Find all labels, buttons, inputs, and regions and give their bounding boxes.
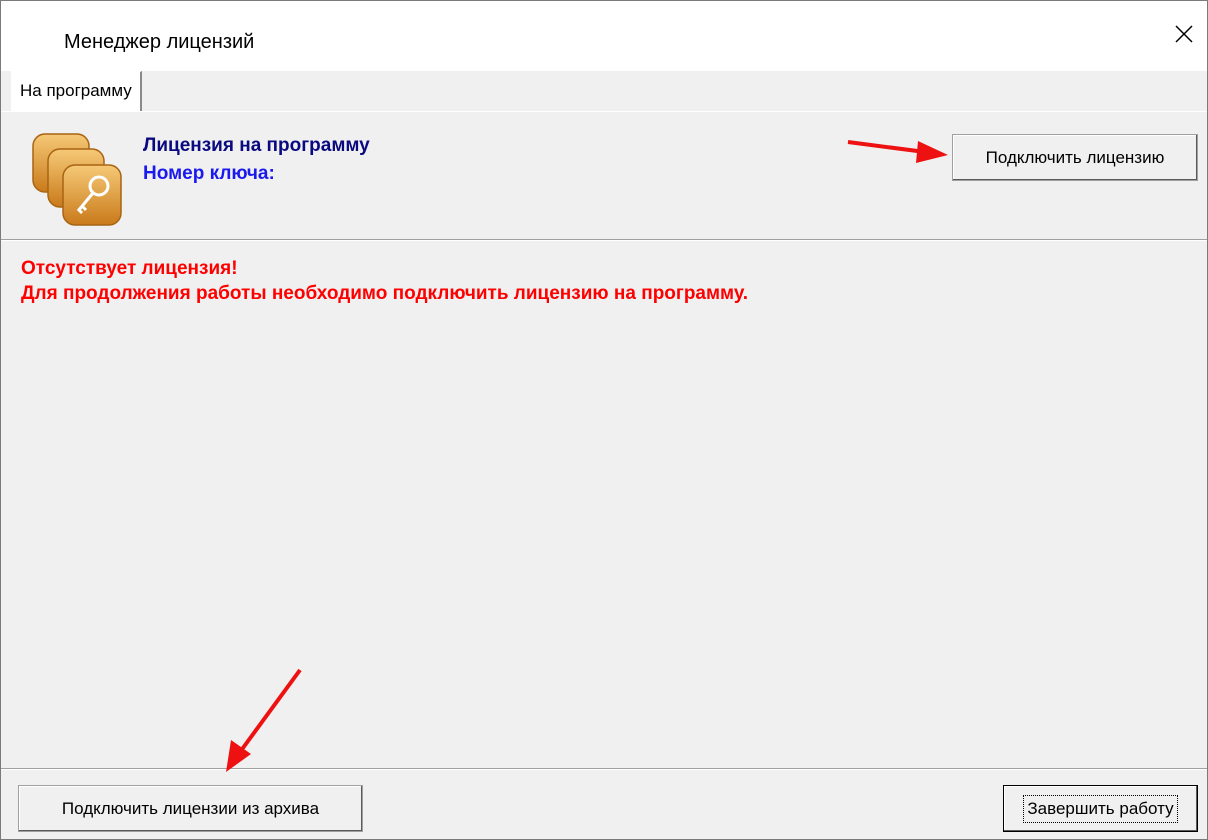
exit-button-label: Завершить работу (1023, 794, 1178, 823)
footer-divider-highlight (1, 769, 1207, 770)
license-manager-window: Менеджер лицензий На программу Лицензия … (0, 0, 1208, 840)
connect-license-instruction: Для продолжения работы необходимо подклю… (21, 283, 749, 304)
key-number-label: Номер ключа: (143, 163, 275, 184)
connect-license-button[interactable]: Подключить лицензию (952, 134, 1198, 181)
tab-strip: На программу (1, 71, 1207, 113)
header-divider-highlight (1, 240, 1207, 241)
tab-program[interactable]: На программу (11, 71, 142, 111)
exit-button[interactable]: Завершить работу (1003, 785, 1198, 832)
license-title: Лицензия на программу (143, 135, 370, 156)
window-title: Менеджер лицензий (64, 31, 255, 53)
connect-from-archive-button[interactable]: Подключить лицензии из архива (18, 785, 363, 832)
title-bar: Менеджер лицензий (1, 1, 1207, 71)
close-button[interactable] (1161, 11, 1207, 57)
license-keys-icon (32, 133, 122, 226)
close-icon (1175, 25, 1193, 43)
no-license-message: Отсутствует лицензия! (21, 258, 238, 279)
